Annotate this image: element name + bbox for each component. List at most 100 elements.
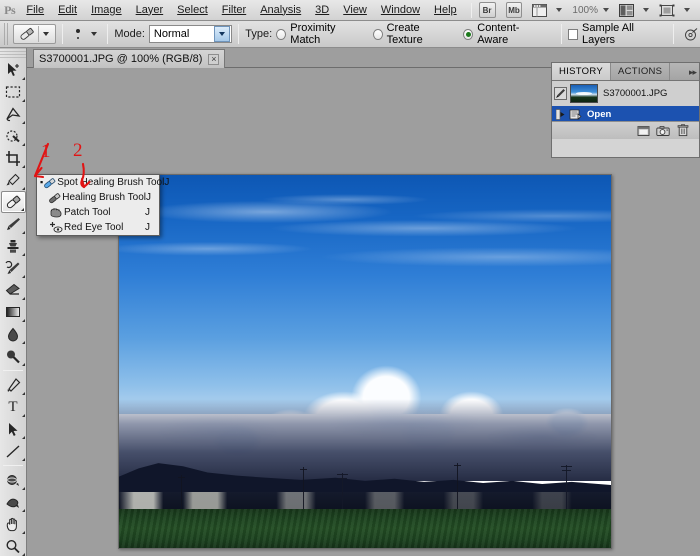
menu-window[interactable]: Window [374, 2, 427, 19]
launch-bridge-button[interactable]: Br [479, 2, 496, 18]
tool-flyout-menu[interactable]: ▪ Spot Healing Brush Tool J Healing Brus… [36, 174, 160, 236]
marquee-tool[interactable] [1, 81, 26, 103]
flyout-item-healing-brush-tool[interactable]: Healing Brush Tool J [37, 190, 159, 205]
zoom-tool[interactable] [1, 535, 26, 556]
brush-size-icon [69, 29, 87, 39]
sample-all-layers-label: Sample All Layers [582, 22, 661, 46]
menu-layer[interactable]: Layer [129, 2, 171, 19]
tab-history-label: HISTORY [559, 66, 603, 77]
flyout-label-healing-brush-tool: Healing Brush Tool [62, 192, 146, 203]
sample-all-layers-checkbox[interactable]: Sample All Layers [568, 22, 661, 46]
menu-filter[interactable]: Filter [215, 2, 253, 19]
menu-help[interactable]: Help [427, 2, 464, 19]
blur-tool[interactable] [1, 323, 26, 345]
flyout-shortcut-red-eye-tool: J [145, 222, 159, 233]
image-canvas[interactable] [118, 174, 612, 549]
menu-3d[interactable]: 3D [308, 2, 336, 19]
delete-trash-icon[interactable] [673, 123, 693, 139]
sample-all-layers-box[interactable] [568, 29, 578, 40]
lasso-tool[interactable] [1, 103, 26, 125]
gradient-tool[interactable] [1, 301, 26, 323]
tab-actions[interactable]: ACTIONS [611, 63, 670, 80]
flyout-label-spot-healing-brush-tool: Spot Healing Brush Tool [57, 177, 164, 188]
mode-select[interactable]: Normal [149, 25, 232, 43]
flyout-item-spot-healing-brush-tool[interactable]: ▪ Spot Healing Brush Tool J [37, 175, 159, 190]
tools-panel-grip[interactable] [0, 48, 26, 59]
tool-preset-divider [38, 26, 39, 42]
menu-3d-label: 3D [315, 4, 329, 16]
zoom-level-chevron-down-icon[interactable] [603, 8, 609, 12]
history-snapshot-row[interactable]: S3700001.JPG [552, 81, 699, 106]
move-tool[interactable] [1, 59, 26, 81]
3d-object-rotate-tool[interactable] [1, 469, 26, 491]
airbrush-toggle-button[interactable] [680, 24, 700, 44]
menubar-divider [471, 3, 472, 18]
arrange-documents-chevron-down-icon[interactable] [643, 8, 649, 12]
history-state-marker-icon[interactable] [554, 109, 567, 120]
screen-mode-chevron-down-icon[interactable] [684, 8, 690, 12]
tool-preset-chevron-down-icon[interactable] [43, 32, 49, 36]
eraser-tool[interactable] [1, 279, 26, 301]
collapse-panel-icon[interactable]: ▸▸ [689, 67, 696, 78]
spot-healing-brush-tool[interactable] [1, 191, 26, 213]
menu-file[interactable]: File [19, 2, 51, 19]
menu-edit-label: Edit [58, 4, 77, 16]
history-brush-tool[interactable] [1, 257, 26, 279]
menu-edit[interactable]: Edit [51, 2, 84, 19]
clone-stamp-tool[interactable] [1, 235, 26, 257]
menu-select[interactable]: Select [170, 2, 215, 19]
screen-mode-icon[interactable] [659, 4, 675, 17]
flyout-item-red-eye-tool[interactable]: Red Eye Tool J [37, 220, 159, 235]
menu-view[interactable]: View [336, 2, 374, 19]
pen-tool[interactable] [1, 374, 26, 396]
radio-proximity-match-control[interactable] [276, 29, 286, 40]
menu-help-label: Help [434, 4, 457, 16]
new-document-from-state-icon[interactable] [633, 123, 653, 139]
options-bar-grip[interactable] [4, 23, 10, 45]
radio-proximity-match[interactable]: Proximity Match [276, 22, 360, 46]
flyout-label-patch-tool: Patch Tool [64, 207, 145, 218]
radio-content-aware[interactable]: Content-Aware [463, 22, 543, 46]
brush-preset-chevron-down-icon[interactable] [91, 32, 97, 36]
options-bar: Mode: Normal Type: Proximity Match Creat… [0, 21, 700, 48]
menu-select-label: Select [177, 4, 208, 16]
crop-tool[interactable] [1, 147, 26, 169]
open-document-icon [567, 109, 583, 121]
tool-preset-picker[interactable] [13, 24, 56, 44]
radio-content-aware-control[interactable] [463, 29, 473, 40]
eyedropper-tool[interactable] [1, 169, 26, 191]
red-eye-icon [48, 221, 64, 235]
panel-tab-bar: HISTORY ACTIONS ▸▸ [552, 63, 699, 81]
document-tab[interactable]: S3700001.JPG @ 100% (RGB/8) × [33, 49, 225, 68]
line-tool[interactable] [1, 440, 26, 462]
3d-camera-rotate-tool[interactable] [1, 491, 26, 513]
menu-image-label: Image [91, 4, 122, 16]
flyout-item-patch-tool[interactable]: Patch Tool J [37, 205, 159, 220]
create-new-snapshot-camera-icon[interactable] [653, 123, 673, 139]
view-extras-icon[interactable] [532, 4, 547, 17]
view-extras-chevron-down-icon[interactable] [556, 8, 562, 12]
type-tool[interactable]: T [1, 396, 26, 418]
history-brush-source-icon[interactable] [554, 87, 567, 100]
path-selection-tool[interactable] [1, 418, 26, 440]
quick-selection-tool[interactable] [1, 125, 26, 147]
tab-history[interactable]: HISTORY [552, 63, 611, 80]
hand-tool[interactable] [1, 513, 26, 535]
tools-divider-1 [3, 370, 23, 371]
photo-rice-field [119, 509, 611, 548]
dodge-tool[interactable] [1, 345, 26, 367]
mode-chevron-down-icon[interactable] [214, 26, 230, 42]
menu-analysis[interactable]: Analysis [253, 2, 308, 19]
arrange-documents-icon[interactable] [619, 4, 634, 17]
radio-create-texture-control[interactable] [373, 29, 383, 40]
flyout-shortcut-patch-tool: J [145, 207, 159, 218]
flyout-label-red-eye-tool: Red Eye Tool [64, 222, 145, 233]
brush-tool[interactable] [1, 213, 26, 235]
photoshop-logo: Ps [0, 0, 19, 20]
spot-healing-brush-icon [43, 176, 57, 190]
brush-preset-picker[interactable] [69, 24, 101, 44]
launch-mini-bridge-button[interactable]: Mb [506, 2, 523, 18]
close-icon[interactable]: × [208, 54, 219, 65]
menu-image[interactable]: Image [84, 2, 129, 19]
radio-create-texture[interactable]: Create Texture [373, 22, 452, 46]
